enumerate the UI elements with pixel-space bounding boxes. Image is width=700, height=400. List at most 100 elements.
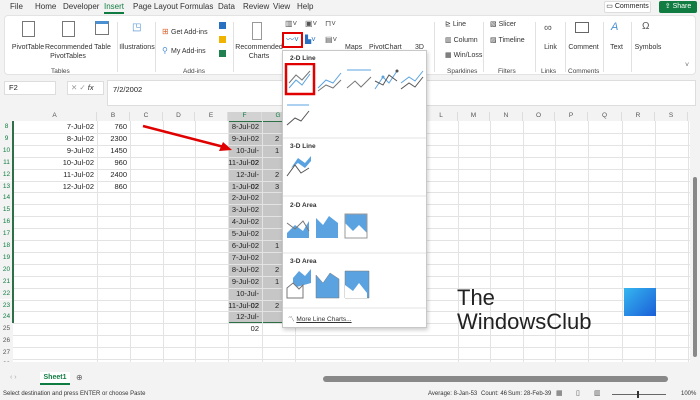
- column-header-d[interactable]: D: [163, 112, 195, 121]
- get-addins-button[interactable]: Get Add-ins: [171, 28, 208, 37]
- line-with-markers-option[interactable]: [374, 69, 399, 90]
- cell-a[interactable]: [13, 288, 97, 300]
- cell-f[interactable]: 1-Jul-02: [228, 181, 262, 193]
- cell-a[interactable]: [13, 300, 97, 312]
- column-header-f[interactable]: F: [228, 112, 262, 121]
- cell-g[interactable]: [275, 359, 285, 362]
- 3d-area-option[interactable]: [286, 269, 311, 299]
- cell-a[interactable]: [13, 264, 97, 276]
- 100-stacked-line-markers-option[interactable]: [286, 104, 310, 126]
- illustrations-button[interactable]: Illustrations: [118, 43, 156, 52]
- stacked-line-markers-option[interactable]: [400, 70, 424, 90]
- cell-a[interactable]: [13, 359, 97, 362]
- column-header-p[interactable]: P: [555, 112, 588, 121]
- ribbon-collapse-icon[interactable]: ˅: [685, 62, 689, 69]
- cell-a[interactable]: 10-Jul-02: [13, 157, 97, 169]
- cell-a[interactable]: 11-Jul-02: [13, 169, 97, 181]
- horizontal-scrollbar[interactable]: [323, 376, 668, 382]
- cell-f[interactable]: 10-Jul-02: [228, 288, 262, 310]
- column-header-m[interactable]: M: [458, 112, 490, 121]
- cell-f[interactable]: 5-Jul-02: [228, 228, 262, 240]
- cell-a[interactable]: 8-Jul-02: [13, 133, 97, 145]
- cell-f[interactable]: 11-Jul-02: [228, 300, 262, 312]
- slicer-button[interactable]: ▧ Slicer: [490, 20, 516, 29]
- stacked-area-option[interactable]: [316, 216, 338, 238]
- row-header[interactable]: 28: [0, 359, 13, 362]
- statistic-chart-button[interactable]: ▙˅: [305, 35, 316, 44]
- my-addins-button[interactable]: My Add-ins: [171, 47, 206, 56]
- tab-page-layout[interactable]: Page Layout: [133, 2, 178, 11]
- more-line-charts-link[interactable]: 〽 More Line Charts...: [288, 313, 352, 323]
- 100-stacked-line-option[interactable]: [346, 69, 372, 89]
- table-button[interactable]: Table: [90, 43, 115, 52]
- cell-b[interactable]: [97, 359, 130, 362]
- tab-formulas[interactable]: Formulas: [180, 2, 213, 11]
- fx-icon[interactable]: fx: [88, 83, 94, 92]
- 3d-line-option[interactable]: [286, 156, 311, 177]
- cell-a[interactable]: 12-Jul-02: [13, 181, 97, 193]
- cell-a[interactable]: [13, 216, 97, 228]
- cell-g[interactable]: [275, 347, 285, 359]
- recommended-charts-button[interactable]: Recommended Charts: [235, 43, 283, 61]
- cell-f[interactable]: [228, 347, 262, 359]
- cell-f[interactable]: 3-Jul-02: [228, 204, 262, 216]
- cell-b[interactable]: [97, 216, 130, 228]
- cell-f[interactable]: 2-Jul-02: [228, 192, 262, 204]
- cell-f[interactable]: 10-Jul-02: [228, 145, 262, 167]
- symbols-button[interactable]: Symbols: [632, 43, 664, 52]
- cell-a[interactable]: 7-Jul-02: [13, 121, 97, 133]
- cell-b[interactable]: 960: [97, 157, 130, 169]
- cell-b[interactable]: [97, 192, 130, 204]
- cell-a[interactable]: [13, 228, 97, 240]
- area-option[interactable]: [286, 220, 310, 238]
- add-sheet-button[interactable]: ⊕: [76, 373, 83, 382]
- column-header-c[interactable]: C: [130, 112, 163, 121]
- normal-view-icon[interactable]: ▦: [556, 389, 563, 397]
- cell-b[interactable]: [97, 335, 130, 347]
- cell-b[interactable]: [97, 323, 130, 335]
- sparkline-winloss-button[interactable]: ▦ Win/Loss: [445, 51, 482, 60]
- comments-button[interactable]: ▭ Comments: [604, 1, 651, 13]
- cell-b[interactable]: 2300: [97, 133, 130, 145]
- cell-f[interactable]: 9-Jul-02: [228, 133, 262, 145]
- cell-b[interactable]: [97, 288, 130, 300]
- tab-view[interactable]: View: [273, 2, 290, 11]
- cell-f[interactable]: 11-Jul-02: [228, 157, 262, 169]
- column-header-n[interactable]: N: [490, 112, 523, 121]
- cell-f[interactable]: 8-Jul-02: [228, 264, 262, 276]
- column-header-q[interactable]: Q: [588, 112, 622, 121]
- recommended-pivottables-button[interactable]: Recommended PivotTables: [45, 43, 92, 61]
- cell-f[interactable]: 6-Jul-02: [228, 240, 262, 252]
- tab-home[interactable]: Home: [35, 2, 56, 11]
- 3d-stacked-area-option[interactable]: [315, 272, 340, 299]
- sheet-tab-sheet1[interactable]: Sheet1: [40, 372, 70, 385]
- cell-f[interactable]: 9-Jul-02: [228, 276, 262, 288]
- hierarchy-chart-button[interactable]: ▣˅: [305, 19, 317, 28]
- column-header-e[interactable]: E: [195, 112, 228, 121]
- column-header-r[interactable]: R: [622, 112, 655, 121]
- column-header-a[interactable]: A: [13, 112, 97, 121]
- 3d-100-stacked-area-option[interactable]: [344, 270, 370, 299]
- tab-review[interactable]: Review: [243, 2, 269, 11]
- name-box[interactable]: F2: [4, 81, 56, 95]
- pivottable-button[interactable]: PivotTable: [8, 43, 48, 52]
- zoom-slider[interactable]: [612, 391, 666, 398]
- share-button[interactable]: ⇪ Share: [659, 1, 697, 13]
- text-button[interactable]: Text: [604, 43, 629, 52]
- row-header[interactable]: 27: [0, 347, 13, 359]
- combo-chart-button[interactable]: ▤˅: [325, 35, 337, 44]
- row-header[interactable]: 25: [0, 323, 13, 336]
- cell-a[interactable]: [13, 252, 97, 264]
- column-header-o[interactable]: O: [523, 112, 555, 121]
- cell-b[interactable]: 860: [97, 181, 130, 193]
- cell-a[interactable]: [13, 204, 97, 216]
- cell-b[interactable]: [97, 204, 130, 216]
- cell-a[interactable]: [13, 311, 97, 323]
- tab-file[interactable]: File: [10, 2, 23, 11]
- stacked-line-option[interactable]: [317, 72, 342, 92]
- cell-b[interactable]: [97, 311, 130, 323]
- link-button[interactable]: Link: [538, 43, 563, 52]
- tab-developer[interactable]: Developer: [63, 2, 99, 11]
- cell-f[interactable]: 12-Jul-02: [228, 311, 262, 333]
- timeline-button[interactable]: ▨ Timeline: [490, 36, 525, 45]
